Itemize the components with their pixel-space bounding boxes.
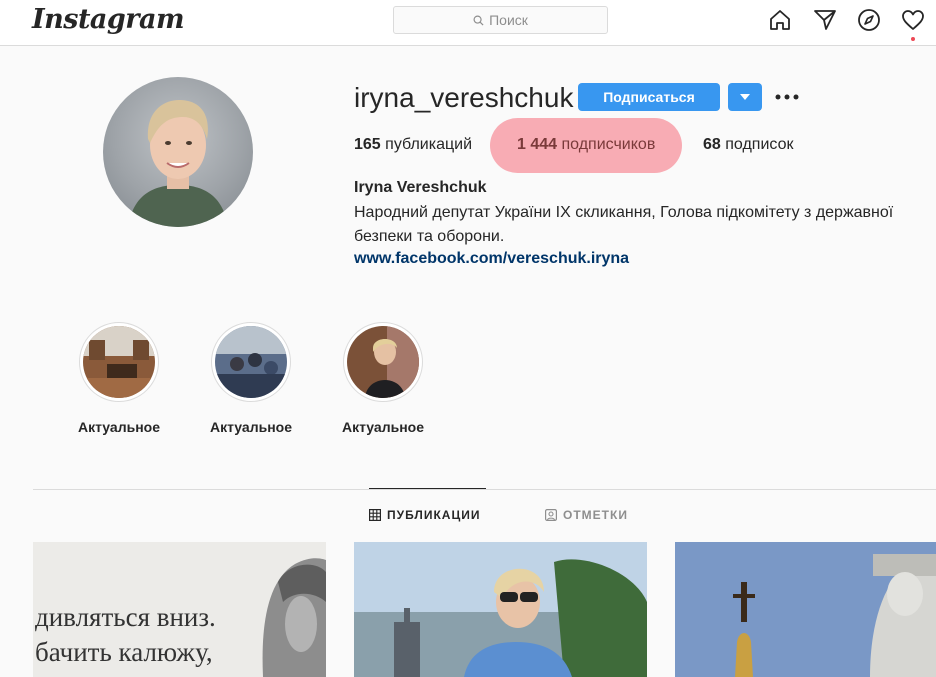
followers-label: подписчиков xyxy=(561,136,656,153)
tab-tagged[interactable]: ОТМЕТКИ xyxy=(545,508,628,522)
search-icon xyxy=(473,15,484,26)
tab-posts-label: ПУБЛИКАЦИИ xyxy=(387,508,481,522)
story-highlight-thumbnail xyxy=(83,326,155,398)
profile-avatar[interactable] xyxy=(103,77,253,227)
direct-icon[interactable] xyxy=(813,8,837,32)
caret-down-icon xyxy=(740,94,750,100)
notification-dot xyxy=(911,37,915,41)
profile-bio: Народний депутат України IX скликання, Г… xyxy=(354,204,894,245)
story-highlight-label: Актуальное xyxy=(77,419,160,435)
home-icon[interactable] xyxy=(768,8,792,32)
story-highlight-label: Актуальное xyxy=(341,419,424,435)
tabs-divider xyxy=(33,489,936,490)
story-highlight-label: Актуальное xyxy=(209,419,292,435)
suggestions-dropdown-button[interactable] xyxy=(728,83,762,111)
instagram-logo[interactable]: Instagram xyxy=(32,4,185,35)
followers-count: 1 444 xyxy=(517,136,558,153)
post-thumbnail[interactable] xyxy=(354,542,647,677)
active-tab-indicator xyxy=(369,488,486,489)
post-thumbnail[interactable]: дивляться вниз. бачить калюжу, xyxy=(33,542,326,677)
explore-icon[interactable] xyxy=(857,8,881,32)
following-label: подписок xyxy=(725,136,794,153)
grid-icon xyxy=(369,509,381,521)
profile-website-link[interactable]: www.facebook.com/vereschuk.iryna xyxy=(354,250,629,268)
followers-count-stat[interactable]: 1 444 подписчиков xyxy=(517,136,655,154)
following-count-stat[interactable]: 68 подписок xyxy=(703,136,793,154)
search-placeholder: Поиск xyxy=(489,12,528,28)
more-dots-icon xyxy=(775,94,799,100)
story-highlight-thumbnail xyxy=(215,326,287,398)
story-highlight-ring xyxy=(211,322,291,402)
post-quote-line: дивляться вниз. xyxy=(35,602,216,632)
story-highlight[interactable]: Актуальное xyxy=(201,322,301,435)
posts-count-stat: 165 публикаций xyxy=(354,136,472,154)
tab-tagged-label: ОТМЕТКИ xyxy=(563,508,628,522)
tab-posts[interactable]: ПУБЛИКАЦИИ xyxy=(369,508,480,522)
story-highlight-ring xyxy=(79,322,159,402)
story-highlight-thumbnail xyxy=(347,326,419,398)
tagged-user-icon xyxy=(545,509,557,521)
activity-heart-icon[interactable] xyxy=(901,8,925,32)
posts-label: публикаций xyxy=(385,136,473,153)
top-navigation-bar: Instagram Поиск xyxy=(0,0,936,46)
post-thumbnail[interactable] xyxy=(675,542,936,677)
posts-count: 165 xyxy=(354,136,381,153)
search-box[interactable]: Поиск xyxy=(393,6,608,34)
story-highlight[interactable]: Актуальное xyxy=(69,322,169,435)
profile-full-name: Iryna Vereshchuk xyxy=(354,179,487,196)
following-count: 68 xyxy=(703,136,721,153)
post-quote-line: бачить калюжу, xyxy=(35,637,213,667)
story-highlight[interactable]: Актуальное xyxy=(333,322,433,435)
more-options-button[interactable] xyxy=(772,85,802,109)
story-highlight-ring xyxy=(343,322,423,402)
profile-username: iryna_vereshchuk xyxy=(354,82,574,113)
follow-button[interactable]: Подписаться xyxy=(578,83,720,111)
